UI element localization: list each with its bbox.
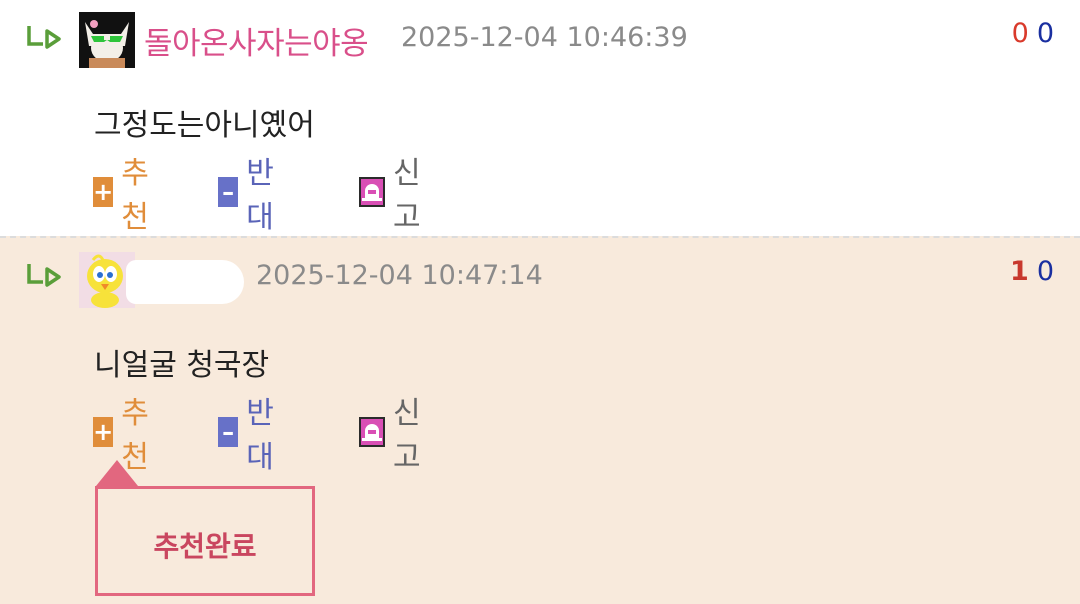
- siren-icon: [359, 177, 385, 207]
- report-button[interactable]: 신고: [359, 156, 425, 235]
- report-label: 신고: [393, 156, 421, 235]
- timestamp: 2025-12-04 10:47:14: [256, 260, 543, 291]
- toast-pointer: [96, 460, 138, 486]
- recommend-button[interactable]: + 추천: [93, 156, 159, 235]
- timestamp: 2025-12-04 10:46:39: [401, 22, 688, 53]
- vote-up-count: 1: [1010, 256, 1029, 287]
- vote-down-count: 0: [1036, 18, 1054, 49]
- vote-counts: 00: [1012, 18, 1054, 49]
- recommend-complete-toast: 추천완료: [95, 486, 315, 596]
- minus-icon: –: [218, 177, 239, 207]
- toast-text: 추천완료: [153, 530, 257, 563]
- plus-icon: +: [93, 417, 114, 447]
- comment-text: 니얼굴 청국장: [94, 348, 270, 383]
- oppose-label: 반대: [246, 156, 274, 235]
- reply-arrow-icon: [27, 264, 61, 287]
- comment-text: 그정도는아니옜어: [94, 108, 315, 143]
- vote-up-count: 0: [1011, 18, 1029, 49]
- report-label: 신고: [393, 396, 421, 475]
- siren-icon: [359, 417, 385, 447]
- author-name[interactable]: 돌아온사자는야옹: [144, 18, 369, 63]
- oppose-label: 반대: [246, 396, 274, 475]
- reply-arrow-icon: [27, 26, 61, 49]
- comment-item: 돌아온사자는야옹 2025-12-04 10:46:39 00 그정도는아니옜어…: [0, 0, 1080, 236]
- report-button[interactable]: 신고: [359, 396, 425, 475]
- recommend-label: 추천: [121, 156, 149, 235]
- vote-down-count: 0: [1036, 256, 1054, 287]
- vote-counts: 10: [1010, 256, 1054, 287]
- author-name-redacted: [126, 260, 244, 304]
- plus-icon: +: [93, 177, 114, 207]
- comment-item: 2025-12-04 10:47:14 10 니얼굴 청국장 + 추천 – 반대…: [0, 236, 1080, 604]
- oppose-button[interactable]: – 반대: [218, 156, 284, 235]
- avatar[interactable]: [79, 12, 135, 68]
- recommend-button[interactable]: + 추천: [93, 396, 159, 475]
- oppose-button[interactable]: – 반대: [218, 396, 284, 475]
- minus-icon: –: [218, 417, 239, 447]
